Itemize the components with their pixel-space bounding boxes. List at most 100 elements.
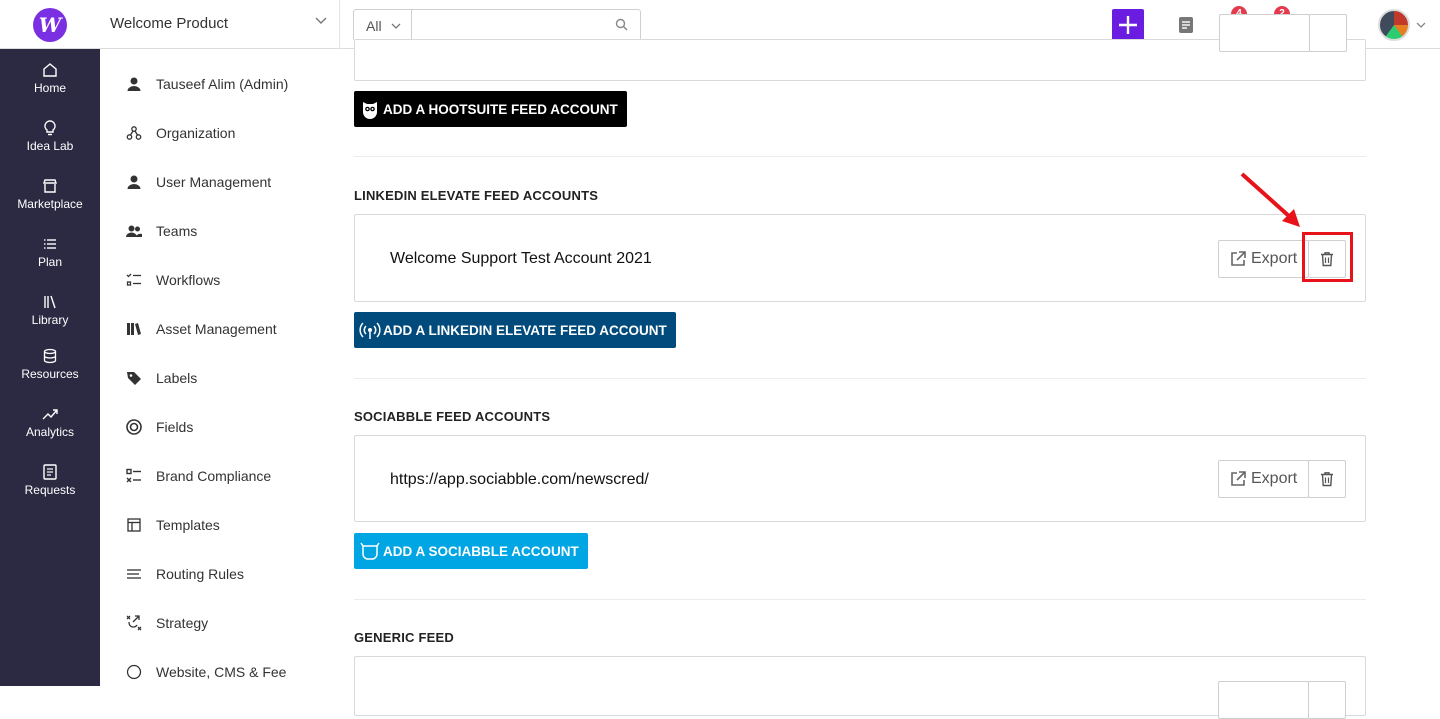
form-icon [43,464,57,480]
settings-item-label: Workflows [156,272,221,288]
strategy-icon [126,615,142,631]
nav-resources[interactable]: Resources [0,347,100,381]
section-divider [354,378,1366,379]
external-link-icon [1231,251,1246,266]
settings-item-user-management[interactable]: User Management [125,171,325,193]
settings-item-organization[interactable]: Organization [125,122,325,144]
nav-analytics[interactable]: Analytics [0,405,100,439]
account-name: Welcome Support Test Account 2021 [390,250,652,267]
settings-item-label: Website, CMS & Fee [156,664,287,680]
create-button[interactable] [1112,9,1144,41]
section-title: SOCIABBLE FEED ACCOUNTS [354,409,551,424]
person-icon [127,77,141,91]
divider [339,0,340,49]
settings-item-label: Routing Rules [156,566,244,582]
product-switcher-label[interactable]: Welcome Product [110,15,228,32]
settings-item-label: Strategy [156,615,209,631]
export-label: Export [1251,250,1298,267]
person-icon [127,175,141,189]
notes-icon[interactable] [1175,14,1197,36]
home-icon [43,63,57,77]
export-label: Export [1251,470,1298,487]
app-logo[interactable]: W [33,8,67,42]
settings-item-label: Tauseef Alim (Admin) [156,76,289,92]
add-linkedin-account-button[interactable]: ADD A LINKEDIN ELEVATE FEED ACCOUNT [354,312,676,348]
export-button[interactable]: Export [1218,460,1309,498]
add-button-label: ADD A SOCIABBLE ACCOUNT [383,543,579,559]
settings-item-website-cms[interactable]: Website, CMS & Fee [125,661,325,683]
export-button[interactable]: Export [1218,240,1309,278]
sociabble-icon [360,542,380,560]
settings-item-fields[interactable]: Fields [125,416,325,438]
nav-idea-lab[interactable]: Idea Lab [0,119,100,153]
settings-item-label: Organization [156,125,236,141]
add-sociabble-account-button[interactable]: ADD A SOCIABBLE ACCOUNT [354,533,588,569]
settings-item-label: Templates [156,517,220,533]
generic-feed-card [354,656,1366,719]
delete-button[interactable] [1308,681,1346,719]
settings-item-label: Brand Compliance [156,468,272,484]
export-button[interactable] [1219,14,1310,52]
feed-accounts-panel: ADD A HOOTSUITE FEED ACCOUNT LINKEDIN EL… [330,14,1440,719]
settings-item-strategy[interactable]: Strategy [125,612,325,634]
external-link-icon [1231,471,1246,486]
settings-item-profile[interactable]: Tauseef Alim (Admin) [125,73,325,95]
nav-label: Home [33,81,66,95]
sociabble-account-card: https://app.sociabble.com/newscred/ Expo… [354,435,1366,522]
nav-label: Plan [37,255,63,269]
settings-item-label: User Management [156,174,272,190]
nav-marketplace[interactable]: Marketplace [0,177,100,211]
lightbulb-icon [44,120,56,136]
search-scope-label: All [366,18,382,34]
add-button-label: ADD A HOOTSUITE FEED ACCOUNT [383,101,618,117]
hootsuite-account-card [354,14,1366,81]
settings-item-label: Asset Management [156,321,277,337]
books-icon [127,323,141,335]
account-url: https://app.sociabble.com/newscred/ [390,471,649,488]
nav-label: Analytics [25,425,75,439]
annotation-arrow-icon [1240,172,1300,227]
nav-library[interactable]: Library [0,293,100,327]
highlight-box [1302,232,1353,282]
primary-nav-rail: Home Idea Lab Marketplace Plan Library R… [0,49,100,686]
template-icon [127,518,141,532]
team-icon [126,225,142,237]
broadcast-icon [359,322,381,339]
nav-home[interactable]: Home [0,61,100,95]
workflow-icon [126,273,141,286]
user-avatar[interactable] [1378,9,1410,41]
chevron-down-icon [391,23,401,29]
trend-icon [42,409,58,420]
nav-label: Idea Lab [26,139,74,153]
website-icon [126,664,142,680]
section-divider [354,599,1366,600]
export-button[interactable] [1218,681,1309,719]
org-icon [126,126,142,140]
section-divider [354,156,1366,157]
settings-item-templates[interactable]: Templates [125,514,325,536]
search-icon[interactable] [615,18,628,31]
add-button-label: ADD A LINKEDIN ELEVATE FEED ACCOUNT [383,322,667,338]
settings-sidebar: Tauseef Alim (Admin) Organization User M… [100,49,330,686]
delete-button[interactable] [1309,14,1347,52]
nav-requests[interactable]: Requests [0,463,100,497]
delete-button[interactable] [1308,460,1346,498]
trash-icon [1321,472,1333,487]
chevron-down-icon[interactable] [314,13,328,27]
settings-item-brand-compliance[interactable]: Brand Compliance [125,465,325,487]
chevron-down-icon[interactable] [1415,19,1427,31]
settings-item-teams[interactable]: Teams [125,220,325,242]
settings-item-routing-rules[interactable]: Routing Rules [125,563,325,585]
settings-item-workflows[interactable]: Workflows [125,269,325,291]
store-icon [43,179,57,193]
add-hootsuite-account-button[interactable]: ADD A HOOTSUITE FEED ACCOUNT [354,91,627,127]
nav-label: Requests [24,483,76,497]
list-icon [44,239,56,249]
nav-label: Marketplace [17,197,83,211]
search-scope-select[interactable]: All [353,9,412,41]
search-input[interactable] [411,9,641,41]
section-title: GENERIC FEED [354,630,454,645]
nav-plan[interactable]: Plan [0,235,100,269]
settings-item-asset-management[interactable]: Asset Management [125,318,325,340]
settings-item-labels[interactable]: Labels [125,367,325,389]
